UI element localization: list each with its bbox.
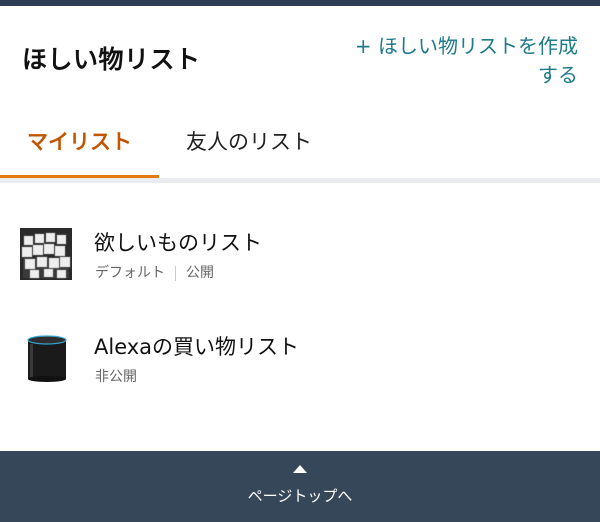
list-tabs: マイリスト 友人のリスト: [0, 112, 600, 183]
create-wishlist-link[interactable]: + ほしい物リストを作成 する: [318, 32, 578, 90]
list-item[interactable]: 欲しいものリスト デフォルト 公開: [0, 210, 600, 300]
page-title: ほしい物リスト: [22, 45, 201, 74]
list-title: 欲しいものリスト: [94, 231, 262, 255]
list-title: Alexaの買い物リスト: [94, 335, 300, 359]
white-cubes-thumbnail-icon: [20, 228, 72, 280]
list-meta: 非公開: [95, 366, 137, 386]
create-link-line1: + ほしい物リストを作成: [354, 34, 578, 58]
tab-friends-lists[interactable]: 友人のリスト: [159, 112, 339, 176]
visibility-label: 公開: [186, 265, 214, 281]
top-strip: [0, 0, 600, 6]
visibility-label: 非公開: [95, 369, 137, 385]
list-item[interactable]: Alexaの買い物リスト 非公開: [0, 314, 600, 404]
back-to-top-button[interactable]: ページトップへ: [0, 451, 600, 522]
tab-my-lists[interactable]: マイリスト: [0, 112, 159, 176]
back-to-top-label: ページトップへ: [247, 487, 353, 505]
create-link-line2: する: [538, 63, 578, 87]
default-label: デフォルト: [95, 265, 165, 281]
tabs-divider: [0, 178, 600, 183]
list-meta: デフォルト 公開: [95, 262, 214, 282]
meta-separator: [175, 265, 176, 281]
echo-speaker-thumbnail-icon: [20, 332, 72, 384]
wishlist-page: ほしい物リスト + ほしい物リストを作成 する マイリスト 友人のリスト 欲しい…: [0, 0, 600, 522]
triangle-up-icon: [293, 465, 307, 473]
